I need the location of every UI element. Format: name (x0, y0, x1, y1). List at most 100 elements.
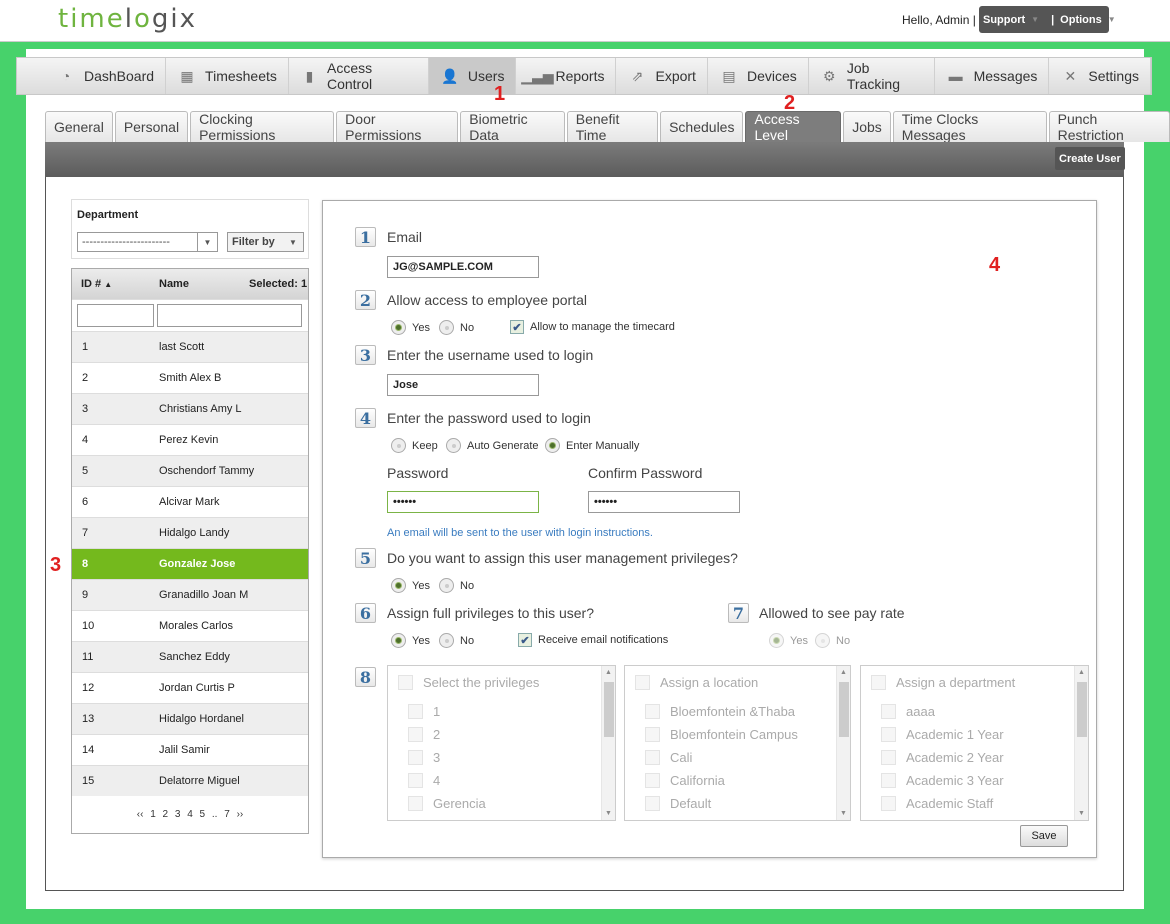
row-name: Granadillo Joan M (159, 589, 249, 601)
nav-devices[interactable]: ▤ Devices (708, 58, 809, 94)
table-row[interactable]: 14 Jalil Samir (72, 734, 308, 765)
listbox-item[interactable]: Academic 3 Year (881, 773, 1004, 788)
email-input[interactable]: JG@SAMPLE.COM (387, 256, 539, 278)
select-all-item[interactable]: Select the privileges (398, 675, 539, 690)
scroll-up-icon[interactable]: ▲ (1078, 669, 1085, 676)
scrollbar[interactable]: ▲ ▼ (836, 666, 850, 820)
nav-export[interactable]: ⇗ Export (616, 58, 708, 94)
location-listbox[interactable]: Assign a location Bloemfontein &Thaba Bloe… (624, 665, 851, 821)
department-listbox[interactable]: Assign a department aaaa Academic 1 Year Ac… (860, 665, 1089, 821)
enter-manually-radio[interactable]: Enter Manually (545, 438, 639, 453)
tab-biometric-data[interactable]: Biometric Data (460, 111, 565, 143)
table-row[interactable]: 3 Christians Amy L (72, 393, 308, 424)
confirm-password-input[interactable]: •••••• (588, 491, 740, 513)
username-input[interactable]: Jose (387, 374, 539, 396)
tab-clocking-permissions[interactable]: Clocking Permissions (190, 111, 335, 143)
manage-timecard-checkbox[interactable]: ✔ Allow to manage the timecard (510, 320, 675, 334)
table-row[interactable]: 1 last Scott (72, 331, 308, 362)
table-row[interactable]: 6 Alcivar Mark (72, 486, 308, 517)
nav-timesheets[interactable]: ▦ Timesheets (166, 58, 289, 94)
listbox-item[interactable]: Academic 2 Year (881, 750, 1004, 765)
listbox-item[interactable]: Academic Staff (881, 796, 993, 811)
scroll-down-icon[interactable]: ▼ (605, 810, 612, 817)
portal-no-radio[interactable]: No (439, 320, 474, 335)
nav-access-control[interactable]: ▮ Access Control (289, 58, 429, 94)
select-all-item[interactable]: Assign a department (871, 675, 1015, 690)
listbox-item[interactable]: Academic 1 Year (881, 727, 1004, 742)
listbox-item[interactable]: Gerencia (408, 796, 486, 811)
row-id: 7 (82, 527, 89, 539)
support-menu[interactable]: Support (983, 14, 1025, 26)
scroll-down-icon[interactable]: ▼ (840, 810, 847, 817)
tab-punch-restriction[interactable]: Punch Restriction (1048, 111, 1170, 143)
receive-email-checkbox[interactable]: ✔ Receive email notifications (518, 633, 668, 647)
table-row[interactable]: 12 Jordan Curtis P (72, 672, 308, 703)
nav-messages[interactable]: ▬ Messages (935, 58, 1050, 94)
table-row[interactable]: 7 Hidalgo Landy (72, 517, 308, 548)
full-privileges-no-radio[interactable]: No (439, 633, 474, 648)
listbox-item[interactable]: Bloemfontein &Thaba (645, 704, 795, 719)
save-button[interactable]: Save (1020, 825, 1068, 847)
nav-reports[interactable]: ▁▃▅ Reports (516, 58, 617, 94)
table-row[interactable]: 15 Delatorre Miguel (72, 765, 308, 796)
management-no-radio[interactable]: No (439, 578, 474, 593)
scroll-thumb[interactable] (604, 682, 614, 737)
listbox-item[interactable]: 1 (408, 704, 440, 719)
scrollbar[interactable]: ▲ ▼ (601, 666, 615, 820)
id-filter-input[interactable] (77, 304, 154, 327)
listbox-item[interactable]: Cali (645, 750, 692, 765)
portal-yes-radio[interactable]: Yes (391, 320, 430, 335)
table-row[interactable]: 4 Perez Kevin (72, 424, 308, 455)
tab-benefit-time[interactable]: Benefit Time (566, 111, 659, 143)
name-column-header[interactable]: Name (159, 278, 189, 290)
scrollbar[interactable]: ▲ ▼ (1074, 666, 1088, 820)
management-yes-radio[interactable]: Yes (391, 578, 430, 593)
department-select[interactable]: ------------------------ ▼ (77, 232, 218, 252)
tab-schedules[interactable]: Schedules (660, 111, 744, 142)
scroll-thumb[interactable] (839, 682, 849, 737)
listbox-item[interactable]: Bloemfontein Campus (645, 727, 798, 742)
privileges-listbox[interactable]: Select the privileges 1 2 3 4 Gerencia ▲ ▼ (387, 665, 616, 821)
auto-generate-radio[interactable]: Auto Generate (446, 438, 539, 453)
pay-rate-no-radio[interactable]: No (815, 633, 850, 648)
scroll-down-icon[interactable]: ▼ (1078, 810, 1085, 817)
listbox-item[interactable]: 2 (408, 727, 440, 742)
tab-door-permissions[interactable]: Door Permissions (336, 111, 459, 143)
export-icon: ⇗ (631, 67, 644, 84)
pagination[interactable]: ‹‹ 1 2 3 4 5 .. 7 ›› (72, 809, 308, 820)
name-filter-input[interactable] (157, 304, 302, 327)
filter-by-select[interactable]: Filter by ▼ (227, 232, 304, 252)
table-row[interactable]: 10 Morales Carlos (72, 610, 308, 641)
listbox-item[interactable]: 3 (408, 750, 440, 765)
nav-dashboard[interactable]: ◔ DashBoard (45, 58, 167, 94)
id-column-header[interactable]: ID # ▲ (81, 278, 112, 290)
table-row[interactable]: 2 Smith Alex B (72, 362, 308, 393)
tab-jobs[interactable]: Jobs (843, 111, 891, 142)
sort-ascending-icon: ▲ (104, 280, 113, 289)
listbox-item[interactable]: California (645, 773, 725, 788)
scroll-up-icon[interactable]: ▲ (840, 669, 847, 676)
table-row[interactable]: 5 Oschendorf Tammy (72, 455, 308, 486)
password-input[interactable]: •••••• (387, 491, 539, 513)
tab-access-level[interactable]: Access Level (745, 111, 842, 143)
table-row[interactable]: 9 Granadillo Joan M (72, 579, 308, 610)
nav-settings[interactable]: ✕ Settings (1049, 58, 1151, 94)
tab-time-clocks-messages[interactable]: Time Clocks Messages (892, 111, 1047, 143)
table-row[interactable]: 11 Sanchez Eddy (72, 641, 308, 672)
tab-personal[interactable]: Personal (114, 111, 189, 142)
table-row[interactable]: 8 Gonzalez Jose (72, 548, 308, 579)
options-menu[interactable]: Options (1060, 14, 1102, 26)
pay-rate-yes-radio[interactable]: Yes (769, 633, 808, 648)
keep-password-radio[interactable]: Keep (391, 438, 438, 453)
select-all-item[interactable]: Assign a location (635, 675, 758, 690)
tab-general[interactable]: General (45, 111, 113, 142)
listbox-item[interactable]: 4 (408, 773, 440, 788)
full-privileges-yes-radio[interactable]: Yes (391, 633, 430, 648)
scroll-thumb[interactable] (1077, 682, 1087, 737)
nav-job-tracking[interactable]: ⚙ Job Tracking (809, 58, 935, 94)
listbox-item[interactable]: Default (645, 796, 711, 811)
create-user-button[interactable]: Create User (1055, 147, 1125, 170)
scroll-up-icon[interactable]: ▲ (605, 669, 612, 676)
table-row[interactable]: 13 Hidalgo Hordanel (72, 703, 308, 734)
listbox-item[interactable]: aaaa (881, 704, 935, 719)
